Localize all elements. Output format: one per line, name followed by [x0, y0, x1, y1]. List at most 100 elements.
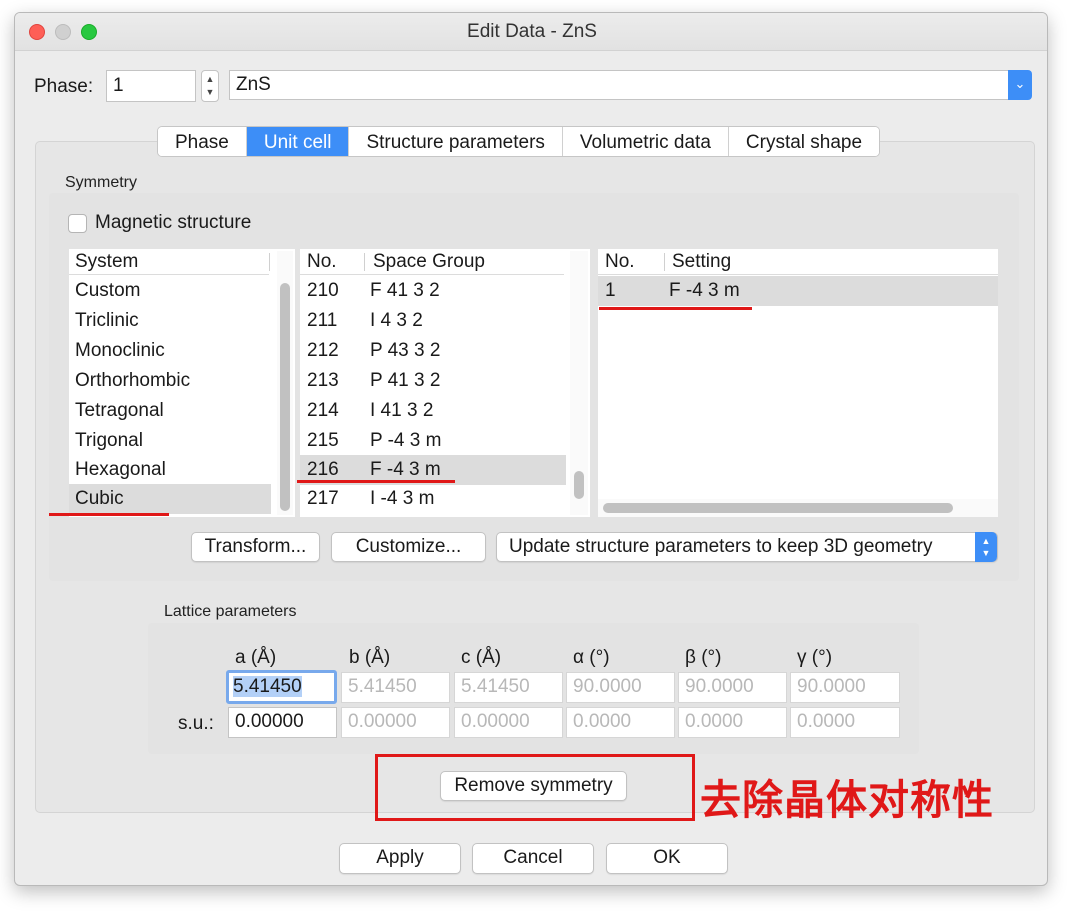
apply-button[interactable]: Apply [339, 843, 461, 874]
phase-name-select[interactable]: ZnS [229, 70, 1009, 100]
system-scrollbar[interactable] [277, 251, 293, 515]
window-title: Edit Data - ZnS [467, 21, 597, 42]
sg-no: 217 [307, 488, 339, 509]
column-divider [364, 253, 365, 271]
lattice-header-gamma: γ (°) [797, 647, 833, 668]
sg-name: I 4 3 2 [370, 310, 423, 331]
system-item[interactable]: Hexagonal [69, 455, 271, 485]
annotation-underline-cubic [49, 513, 169, 516]
stepper-up-icon[interactable]: ▲ [202, 73, 218, 86]
system-list[interactable]: System Custom Triclinic Monoclinic Ortho… [69, 249, 295, 517]
magnetic-structure-label: Magnetic structure [95, 212, 252, 233]
cancel-button[interactable]: Cancel [472, 843, 594, 874]
sg-name: I -4 3 m [370, 488, 435, 509]
stepper-down-icon[interactable]: ▼ [202, 86, 218, 99]
annotation-highlight-box [375, 754, 695, 821]
column-divider [664, 253, 665, 271]
lattice-header-a: a (Å) [235, 647, 277, 668]
space-group-no-header[interactable]: No. [307, 249, 337, 275]
sg-name: P 41 3 2 [370, 370, 441, 391]
system-column-header[interactable]: System [69, 249, 269, 275]
setting-horizontal-scrollbar[interactable] [598, 499, 998, 517]
space-group-row[interactable]: 213 P 41 3 2 [300, 366, 566, 396]
sg-no: 212 [307, 340, 339, 361]
space-group-header-row: No. Space Group [300, 249, 564, 275]
scroll-thumb[interactable] [603, 503, 953, 513]
update-option-select[interactable]: Update structure parameters to keep 3D g… [496, 532, 998, 562]
sg-name: I 41 3 2 [370, 400, 434, 421]
column-divider [269, 253, 270, 271]
phase-label: Phase: [34, 76, 94, 97]
magnetic-structure-checkbox[interactable] [68, 214, 87, 233]
tab-bar: Phase Unit cell Structure parameters Vol… [157, 126, 881, 157]
title-bar: Edit Data - ZnS [15, 13, 1047, 51]
space-group-row[interactable]: 212 P 43 3 2 [300, 336, 566, 366]
sg-name: P 43 3 2 [370, 340, 441, 361]
su-gamma-input: 0.0000 [790, 707, 900, 738]
lattice-gamma-input: 90.0000 [790, 672, 900, 703]
setting-name: F -4 3 m [669, 280, 740, 301]
phase-stepper[interactable]: ▲ ▼ [201, 70, 219, 102]
scroll-thumb[interactable] [280, 283, 290, 511]
system-item[interactable]: Monoclinic [69, 336, 271, 366]
space-group-list[interactable]: No. Space Group 210 F 41 3 2 211 I 4 3 2 2… [300, 249, 590, 517]
lattice-beta-input: 90.0000 [678, 672, 787, 703]
annotation-text: 去除晶体对称性 [700, 777, 994, 823]
system-item-selected[interactable]: Cubic [69, 484, 271, 514]
transform-button[interactable]: Transform... [191, 532, 320, 562]
system-item[interactable]: Custom [69, 276, 271, 306]
tab-crystal-shape[interactable]: Crystal shape [728, 127, 880, 156]
su-alpha-input: 0.0000 [566, 707, 675, 738]
space-group-row[interactable]: 211 I 4 3 2 [300, 306, 566, 336]
space-group-name-header[interactable]: Space Group [373, 249, 485, 275]
sg-no: 211 [307, 310, 338, 331]
scroll-thumb[interactable] [574, 471, 584, 499]
space-group-row[interactable]: 214 I 41 3 2 [300, 396, 566, 426]
tab-volumetric-data[interactable]: Volumetric data [562, 127, 729, 156]
tab-structure-parameters[interactable]: Structure parameters [349, 127, 563, 156]
space-group-row[interactable]: 210 F 41 3 2 [300, 276, 566, 306]
sg-name: F 41 3 2 [370, 280, 440, 301]
sg-name: P -4 3 m [370, 430, 442, 451]
setting-list[interactable]: No. Setting 1 F -4 3 m [598, 249, 998, 517]
sg-no: 215 [307, 430, 339, 451]
chevron-down-icon[interactable]: ⌄ [1008, 70, 1032, 100]
lattice-c-input: 5.41450 [454, 672, 563, 703]
tab-unit-cell[interactable]: Unit cell [246, 127, 350, 156]
annotation-underline-setting [599, 307, 752, 310]
tab-phase[interactable]: Phase [158, 127, 247, 156]
su-b-input: 0.00000 [341, 707, 450, 738]
customize-button[interactable]: Customize... [331, 532, 486, 562]
annotation-underline-216 [297, 480, 455, 483]
space-group-row[interactable]: 215 P -4 3 m [300, 426, 566, 456]
su-label: s.u.: [178, 713, 214, 734]
su-c-input: 0.00000 [454, 707, 563, 738]
lattice-header-c: c (Å) [461, 647, 502, 668]
space-group-row[interactable]: 217 I -4 3 m [300, 484, 566, 514]
su-a-input[interactable]: 0.00000 [228, 707, 337, 738]
su-beta-input: 0.0000 [678, 707, 787, 738]
system-item[interactable]: Tetragonal [69, 396, 271, 426]
setting-row-selected[interactable]: 1 F -4 3 m [598, 276, 998, 306]
system-item[interactable]: Triclinic [69, 306, 271, 336]
sg-no: 214 [307, 400, 339, 421]
setting-no-header[interactable]: No. [605, 249, 635, 275]
setting-name-header[interactable]: Setting [672, 249, 731, 275]
system-item[interactable]: Orthorhombic [69, 366, 271, 396]
ok-button[interactable]: OK [606, 843, 728, 874]
setting-header-row: No. Setting [598, 249, 998, 275]
lattice-title: Lattice parameters [164, 603, 297, 620]
phase-number-field[interactable]: 1 [106, 70, 196, 102]
updown-chevron-icon[interactable]: ▲ ▼ [975, 532, 997, 562]
lattice-alpha-input: 90.0000 [566, 672, 675, 703]
system-item[interactable]: Trigonal [69, 426, 271, 456]
lattice-header-beta: β (°) [685, 647, 722, 668]
sg-no: 210 [307, 280, 339, 301]
lattice-a-selected-text: 5.41450 [233, 676, 302, 697]
lattice-b-input: 5.41450 [341, 672, 450, 703]
lattice-header-alpha: α (°) [573, 647, 610, 668]
lattice-a-input[interactable]: 5.41450 [226, 670, 337, 704]
symmetry-title: Symmetry [65, 174, 137, 191]
sg-no: 213 [307, 370, 339, 391]
space-group-scrollbar[interactable] [570, 251, 588, 515]
